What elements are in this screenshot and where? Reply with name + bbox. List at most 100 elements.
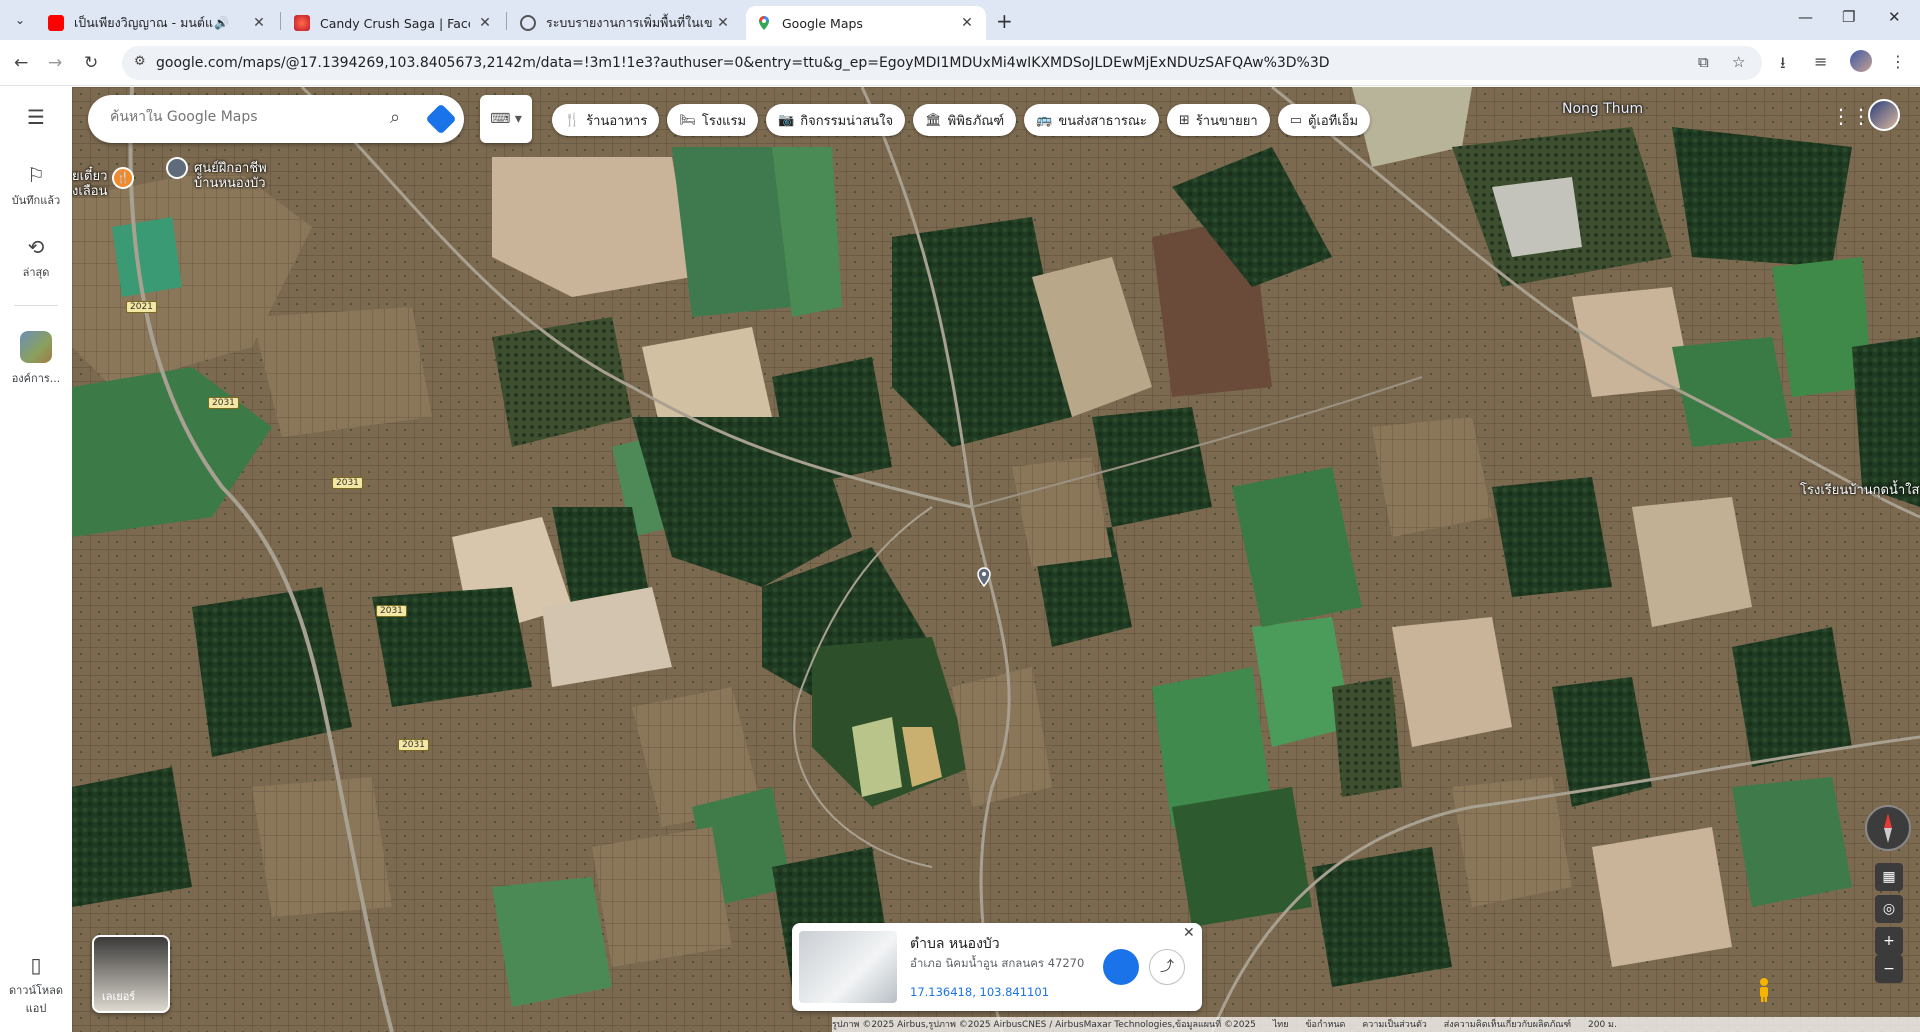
fork-knife-icon: 🍴: [564, 112, 581, 128]
saved-button[interactable]: ⚐ บันทึกแล้ว: [0, 163, 72, 209]
saved-label: บันทึกแล้ว: [11, 194, 61, 207]
place-card[interactable]: ตำบล หนองบัว อำเภอ นิคมน้ำอูน สกลนคร 472…: [792, 923, 1202, 1011]
chip-atms[interactable]: ▭ ตู้เอทีเอ็ม: [1277, 104, 1371, 136]
zoom-in-button[interactable]: +: [1875, 927, 1903, 955]
download-icon[interactable]: ⭳: [1780, 52, 1786, 79]
share-button[interactable]: ⤴: [1149, 949, 1185, 985]
install-app-icon[interactable]: ⧉: [1698, 53, 1709, 71]
address-bar[interactable]: ⚙ google.com/maps/@17.1394269,103.840567…: [122, 46, 1762, 80]
browser-toolbar: ← → ↻ ⚙ google.com/maps/@17.1394269,103.…: [0, 40, 1920, 86]
bookmark-icon: ⚐: [27, 163, 45, 187]
tab-strip: ⌄ เป็นเพียงวิญญาณ - มนต์แคน แก่นคูน 🔊 ✕ …: [0, 0, 1920, 40]
language-link[interactable]: ไทย: [1273, 1020, 1289, 1030]
chip-restaurants[interactable]: 🍴 ร้านอาหาร: [552, 104, 660, 136]
chip-things-to-do[interactable]: 📷 กิจกรรมน่าสนใจ: [766, 104, 906, 136]
map-copyright: รูปภาพ ©2025 Airbus,รูปภาพ ©2025 AirbusC…: [832, 1020, 1256, 1030]
category-chips: 🍴 ร้านอาหาร 🛏 โรงแรม 📷 กิจกรรมน่าสนใจ 🏛 พิพิ…: [552, 104, 1371, 136]
menu-icon[interactable]: ⋮: [1890, 52, 1906, 71]
road-shield: 2031: [376, 605, 407, 617]
place-label-restaurant-line2: งเลือน: [72, 184, 108, 199]
youtube-icon: [48, 15, 64, 31]
chip-pharmacies[interactable]: ⊞ ร้านขายยา: [1166, 104, 1270, 136]
privacy-link[interactable]: ความเป็นส่วนตัว: [1362, 1020, 1427, 1030]
recent-button[interactable]: ⟲ ล่าสุด: [0, 235, 72, 281]
restore-button[interactable]: ❐: [1842, 8, 1855, 26]
place-subtitle: อำเภอ นิคมน้ำอูน สกลนคร 47270: [910, 956, 1085, 970]
site-info-icon[interactable]: ⚙: [134, 54, 146, 69]
chip-transit[interactable]: 🚌 ขนส่งสาธารณะ: [1024, 104, 1159, 136]
close-icon[interactable]: ✕: [958, 15, 976, 31]
compass-icon[interactable]: [1865, 805, 1911, 851]
place-label-school[interactable]: โรงเรียนบ้านกุดน้ำใส: [1800, 479, 1919, 500]
place-thumbnail[interactable]: [799, 931, 897, 1003]
road-shield: 2031: [332, 477, 363, 489]
window-close-button[interactable]: ✕: [1888, 8, 1901, 26]
search-input[interactable]: [110, 109, 370, 125]
tab-title: Google Maps: [782, 15, 863, 31]
tab-google-maps[interactable]: Google Maps ✕: [746, 6, 986, 40]
place-coordinates[interactable]: 17.136418, 103.841101: [910, 985, 1049, 999]
road-shield: 2021: [126, 301, 157, 313]
tab-search-button[interactable]: ⌄: [8, 8, 32, 32]
directions-button[interactable]: [1103, 949, 1139, 985]
pegman-icon[interactable]: [1756, 977, 1772, 1003]
place-label-nong-thum[interactable]: Nong Thum: [1562, 101, 1643, 117]
input-tools-button[interactable]: ⌨ ▾: [480, 95, 532, 143]
tab-facebook[interactable]: Candy Crush Saga | Facebook ✕: [284, 6, 504, 40]
layers-label: เลเยอร์: [102, 990, 136, 1003]
url-text[interactable]: google.com/maps/@17.1394269,103.8405673,…: [156, 55, 1330, 71]
reload-button[interactable]: ↻: [84, 53, 98, 73]
zoom-out-button[interactable]: −: [1875, 955, 1903, 983]
account-avatar[interactable]: [1868, 99, 1900, 131]
tab-youtube[interactable]: เป็นเพียงวิญญาณ - มนต์แคน แก่นคูน 🔊 ✕: [38, 6, 278, 40]
download-app-label: ดาวน์โหลดแอป: [8, 984, 64, 1015]
directions-icon[interactable]: [425, 103, 457, 135]
restaurant-pin-icon[interactable]: 🍴: [112, 167, 134, 189]
my-location-icon[interactable]: ◎: [1875, 895, 1903, 923]
history-icon: ⟲: [27, 235, 45, 259]
menu-hamburger-icon[interactable]: ☰: [0, 105, 72, 133]
close-icon[interactable]: ✕: [476, 15, 494, 31]
globe-icon: [520, 15, 536, 31]
profile-avatar[interactable]: [1850, 50, 1872, 72]
recent-place-label: องค์การ...: [11, 372, 61, 385]
tab-title: ระบบรายงานการเพิ่มพื้นที่ในเขตชุมชน: [546, 15, 712, 30]
street-view-grid-icon[interactable]: ▦: [1875, 863, 1903, 891]
training-center-icon[interactable]: [166, 157, 188, 179]
road-shield: 2031: [208, 397, 239, 409]
speaker-icon[interactable]: 🔊: [214, 16, 229, 30]
tab-title: Candy Crush Saga | Facebook: [320, 15, 470, 31]
close-icon[interactable]: ✕: [250, 15, 268, 31]
layers-button[interactable]: เลเยอร์: [92, 935, 170, 1013]
terms-link[interactable]: ข้อกำหนด: [1305, 1020, 1345, 1030]
candy-crush-icon: [294, 15, 310, 31]
recent-place-item[interactable]: องค์การ...: [0, 331, 72, 387]
tab-title: เป็นเพียงวิญญาณ - มนต์แคน แก่นคูน: [74, 15, 214, 30]
bookmark-star-icon[interactable]: ☆: [1732, 53, 1745, 71]
satellite-map[interactable]: ⌕ ⌨ ▾ 🍴ร้านอาหาร 🛏โรงแรม 📷กิจกรรมน่าสนใจ…: [72, 87, 1920, 1032]
place-title[interactable]: ตำบล หนองบัว: [910, 933, 1000, 955]
map-footer: รูปภาพ ©2025 Airbus,รูปภาพ ©2025 AirbusC…: [832, 1017, 1920, 1032]
search-box[interactable]: ⌕: [88, 95, 464, 143]
chip-museums[interactable]: 🏛 พิพิธภัณฑ์: [913, 104, 1017, 136]
scale-label[interactable]: 200 ม.: [1588, 1020, 1617, 1030]
bus-icon: 🚌: [1036, 112, 1053, 128]
media-control-icon[interactable]: ≡: [1814, 52, 1827, 71]
new-tab-button[interactable]: +: [996, 9, 1013, 33]
close-icon[interactable]: ✕: [714, 15, 732, 31]
forward-button[interactable]: →: [48, 53, 62, 73]
maps-side-rail: ☰ ⚐ บันทึกแล้ว ⟲ ล่าสุด องค์การ... ▯ ดาว…: [0, 87, 72, 1032]
dropped-pin-icon[interactable]: [976, 567, 992, 587]
atm-icon: ▭: [1289, 112, 1303, 128]
chip-hotels[interactable]: 🛏 โรงแรม: [667, 104, 759, 136]
satellite-imagery: [72, 87, 1920, 1032]
download-app-button[interactable]: ▯ ดาวน์โหลดแอป: [0, 953, 72, 1017]
back-button[interactable]: ←: [14, 53, 28, 73]
phone-icon: ▯: [30, 953, 42, 977]
minimize-button[interactable]: —: [1798, 8, 1813, 26]
close-card-button[interactable]: ✕: [1183, 925, 1195, 941]
pharmacy-icon: ⊞: [1178, 112, 1190, 128]
search-icon[interactable]: ⌕: [390, 107, 400, 128]
feedback-link[interactable]: ส่งความคิดเห็นเกี่ยวกับผลิตภัณฑ์: [1444, 1020, 1571, 1030]
tab-report[interactable]: ระบบรายงานการเพิ่มพื้นที่ในเขตชุมชน ✕: [510, 6, 742, 40]
